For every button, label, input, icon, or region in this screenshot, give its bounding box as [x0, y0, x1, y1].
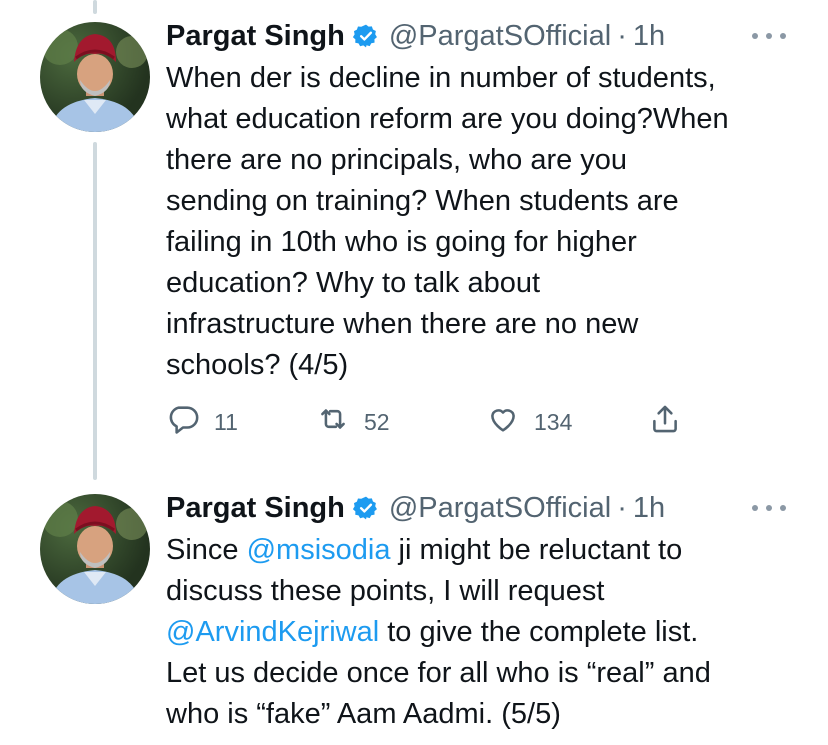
tweet-header: Pargat Singh @PargatSOfficial · 1h [166, 488, 665, 528]
separator-dot: · [617, 491, 627, 524]
tweet-text-line: infrastructure when there are no new [166, 308, 639, 340]
share-button[interactable] [648, 402, 682, 442]
author-handle[interactable]: @PargatSOfficial [389, 20, 611, 53]
tweet-text: Since @msisodia ji might be reluctant to… [166, 530, 796, 735]
avatar[interactable] [40, 494, 150, 604]
avatar[interactable] [40, 22, 150, 132]
retweet-button[interactable]: 52 [316, 402, 390, 442]
tweet-text-fragment: ji might be reluctant to [390, 534, 683, 566]
tweet-text-line: sending on training? When students are [166, 185, 679, 217]
retweet-count: 52 [364, 408, 390, 435]
reply-icon [166, 402, 200, 442]
tweet-actions: 11 52 134 [166, 402, 706, 442]
tweet-text-line: Let us decide once for all who is “real”… [166, 657, 711, 689]
tweet-text-line: discuss these points, I will request [166, 575, 605, 607]
verified-badge-icon [352, 23, 379, 49]
reply-button[interactable]: 11 [166, 402, 238, 442]
tweet-header: Pargat Singh @PargatSOfficial · 1h [166, 16, 665, 56]
thread-connector [93, 142, 97, 480]
reply-count: 11 [214, 408, 238, 435]
tweet-text-line: education? Why to talk about [166, 267, 541, 299]
author-name[interactable]: Pargat Singh [166, 20, 345, 53]
more-options-icon[interactable] [752, 26, 786, 46]
tweet-text-line: what education reform are you doing?When [166, 103, 729, 135]
author-handle[interactable]: @PargatSOfficial [389, 492, 611, 525]
thread-connector-top [93, 0, 97, 14]
share-icon [648, 402, 682, 442]
tweet-text-fragment: to give the complete list. [379, 616, 699, 648]
tweet-text: When der is decline in number of student… [166, 58, 796, 386]
tweet-text-line: there are no principals, who are you [166, 144, 628, 176]
more-options-icon[interactable] [752, 498, 786, 518]
separator-dot: · [617, 19, 627, 52]
timestamp[interactable]: 1h [633, 492, 665, 525]
author-name[interactable]: Pargat Singh [166, 492, 345, 525]
timestamp[interactable]: 1h [633, 20, 665, 53]
tweet-text-line: @ArvindKejriwal to give the complete lis… [166, 612, 796, 653]
verified-badge-icon [352, 495, 379, 521]
tweet-text-fragment: Since [166, 534, 247, 566]
like-count: 134 [534, 408, 573, 435]
tweet-text-line: who is “fake” Aam Aadmi. (5/5) [166, 698, 561, 730]
heart-icon [486, 402, 520, 442]
tweet-text-line: schools? (4/5) [166, 349, 349, 381]
mention-link[interactable]: @ArvindKejriwal [166, 616, 379, 648]
like-button[interactable]: 134 [486, 402, 572, 442]
tweet-text-line: failing in 10th who is going for higher [166, 226, 637, 258]
tweet-text-line: Since @msisodia ji might be reluctant to [166, 530, 796, 571]
tweet-text-line: When der is decline in number of student… [166, 62, 716, 94]
mention-link[interactable]: @msisodia [247, 534, 391, 566]
retweet-icon [316, 402, 350, 442]
